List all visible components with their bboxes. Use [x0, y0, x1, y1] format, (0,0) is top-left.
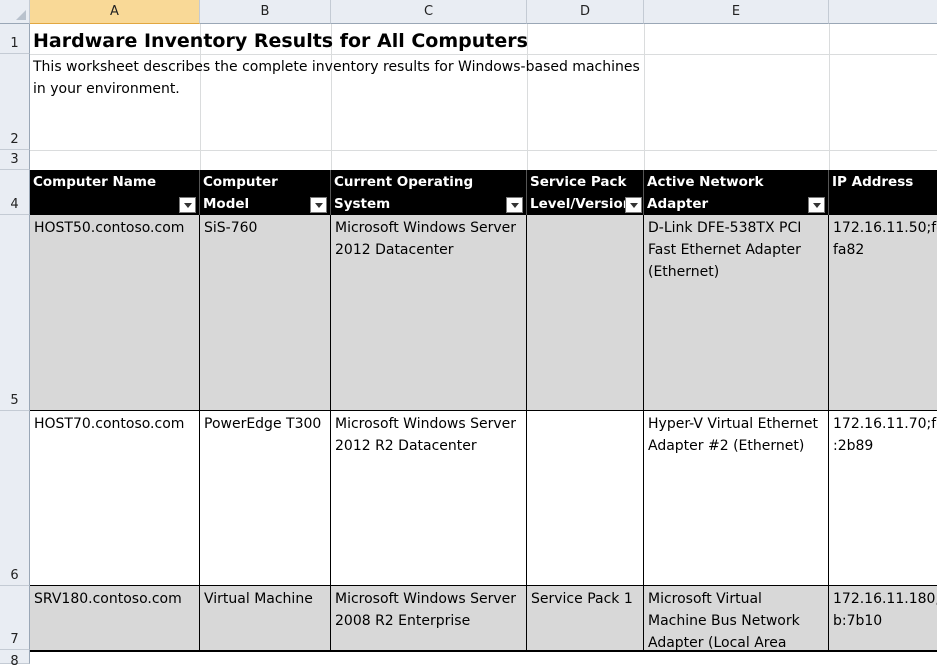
table-cell-computer-name[interactable]: HOST50.contoso.com: [30, 216, 199, 410]
filter-dropdown-icon[interactable]: [310, 197, 327, 213]
gridline: [644, 24, 645, 170]
table-cell-computer-name[interactable]: SRV180.contoso.com: [30, 587, 199, 650]
row-header-2[interactable]: 2: [0, 54, 30, 150]
table-cell-service-pack[interactable]: [527, 216, 643, 410]
table-border: [30, 410, 937, 411]
filter-dropdown-icon[interactable]: [808, 197, 825, 213]
table-cell-operating-system[interactable]: Microsoft Windows Server 2012 R2 Datacen…: [331, 412, 526, 585]
table-cell-service-pack[interactable]: [527, 412, 643, 585]
table-header-network-adapter[interactable]: Active Network Adapter: [644, 170, 829, 215]
row-header-7[interactable]: 7: [0, 586, 30, 650]
column-header-b[interactable]: B: [200, 0, 331, 24]
row-header-4[interactable]: 4: [0, 170, 30, 215]
table-cell-operating-system[interactable]: Microsoft Windows Server 2008 R2 Enterpr…: [331, 587, 526, 650]
table-cell-computer-model[interactable]: SiS-760: [200, 216, 330, 410]
row-header-6[interactable]: 6: [0, 411, 30, 586]
table-header-ip-address[interactable]: IP Address: [829, 170, 937, 215]
table-border: [30, 650, 937, 652]
row-header-5[interactable]: 5: [0, 215, 30, 411]
column-header-d[interactable]: D: [527, 0, 644, 24]
sheet-title[interactable]: Hardware Inventory Results for All Compu…: [30, 27, 527, 54]
row-header-8[interactable]: 8: [0, 650, 30, 669]
filter-dropdown-icon[interactable]: [506, 197, 523, 213]
table-header-computer-model[interactable]: Computer Model: [200, 170, 331, 215]
table-cell-ip-address[interactable]: 172.16.11.180;feb:7b10: [829, 587, 937, 650]
table-cell-ip-address[interactable]: 172.16.11.70;fe8:2b89: [829, 412, 937, 585]
table-header-computer-name[interactable]: Computer Name: [30, 170, 200, 215]
gridline: [829, 24, 830, 170]
table-header-service-pack[interactable]: Service Pack Level/Version: [527, 170, 644, 215]
row-header-3[interactable]: 3: [0, 150, 30, 170]
sheet-description[interactable]: This worksheet describes the complete in…: [30, 55, 644, 150]
table-cell-network-adapter[interactable]: Microsoft Virtual Machine Bus Network Ad…: [644, 587, 828, 650]
filter-dropdown-icon[interactable]: [625, 197, 642, 213]
filter-dropdown-icon[interactable]: [179, 197, 196, 213]
table-cell-computer-name[interactable]: HOST70.contoso.com: [30, 412, 199, 585]
table-cell-network-adapter[interactable]: D-Link DFE-538TX PCI Fast Ethernet Adapt…: [644, 216, 828, 410]
row-header-1[interactable]: 1: [0, 24, 30, 54]
column-header-c[interactable]: C: [331, 0, 527, 24]
table-cell-network-adapter[interactable]: Hyper-V Virtual Ethernet Adapter #2 (Eth…: [644, 412, 828, 585]
table-header-operating-system[interactable]: Current Operating System: [331, 170, 527, 215]
table-cell-service-pack[interactable]: Service Pack 1: [527, 587, 643, 650]
column-header-a[interactable]: A: [30, 0, 200, 24]
select-all-corner[interactable]: [0, 0, 30, 24]
gridline: [30, 150, 937, 151]
column-header-f[interactable]: [829, 0, 937, 24]
table-cell-operating-system[interactable]: Microsoft Windows Server 2012 Datacenter: [331, 216, 526, 410]
table-cell-computer-model[interactable]: PowerEdge T300: [200, 412, 330, 585]
table-cell-ip-address[interactable]: 172.16.11.50;fe8fa82: [829, 216, 937, 410]
column-header-e[interactable]: E: [644, 0, 829, 24]
spreadsheet: A B C D E 1 2 3 4 5 6 7 8 Hardware Inven…: [0, 0, 937, 669]
table-border: [30, 585, 937, 586]
table-cell-computer-model[interactable]: Virtual Machine: [200, 587, 330, 650]
